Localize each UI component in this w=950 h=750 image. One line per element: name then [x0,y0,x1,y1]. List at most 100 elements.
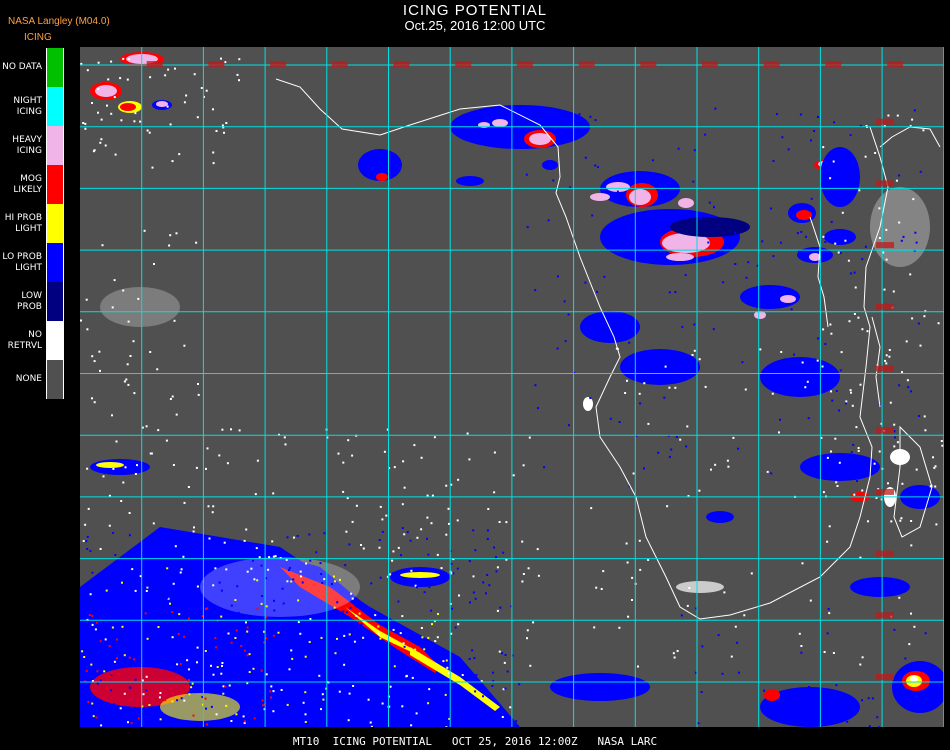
retrieval-speck [487,508,490,510]
retrieval-speck [315,551,318,554]
retrieval-speck [144,612,147,615]
retrieval-speck [594,119,597,122]
retrieval-speck [330,610,333,613]
retrieval-speck [323,532,326,535]
retrieval-speck [676,360,679,363]
retrieval-speck [200,87,203,89]
satellite-map [80,47,944,727]
retrieval-speck [125,378,128,381]
retrieval-speck [309,559,312,562]
retrieval-speck [159,640,162,643]
retrieval-speck [143,229,146,232]
retrieval-speck [420,718,423,721]
retrieval-speck [707,241,710,244]
satellite-icing-page: ICING POTENTIAL Oct.25, 2016 12:00 UTC N… [0,0,950,750]
retrieval-speck [347,719,350,722]
retrieval-speck [663,396,666,399]
retrieval-speck [398,659,401,662]
retrieval-speck [168,244,171,247]
retrieval-speck [457,478,460,481]
retrieval-speck [214,567,217,570]
retrieval-speck [829,323,832,326]
retrieval-speck [521,540,524,543]
retrieval-speck [320,636,323,639]
retrieval-speck [250,567,253,570]
retrieval-speck [333,575,335,578]
retrieval-speck [741,361,744,364]
retrieval-speck [127,320,130,323]
retrieval-speck [935,700,938,703]
retrieval-speck [912,198,915,201]
retrieval-speck [701,645,704,648]
retrieval-speck [670,448,673,451]
retrieval-speck [888,355,891,358]
retrieval-speck [772,255,775,258]
retrieval-speck [440,567,443,570]
retrieval-speck [750,572,753,575]
icing-patch [96,462,124,468]
retrieval-speck [506,670,509,673]
retrieval-speck [596,166,599,169]
retrieval-speck [522,464,525,467]
retrieval-speck [352,685,355,687]
retrieval-speck [401,705,404,708]
retrieval-speck [221,665,223,667]
retrieval-speck [813,724,815,727]
retrieval-speck [693,349,696,352]
retrieval-speck [188,693,191,696]
retrieval-speck [492,671,494,674]
retrieval-speck [668,291,671,294]
retrieval-speck [316,656,319,659]
retrieval-speck [526,637,528,640]
retrieval-speck [385,514,388,517]
retrieval-speck [253,578,256,581]
retrieval-speck [411,676,414,679]
retrieval-speck [206,607,209,610]
retrieval-speck [212,151,215,154]
retrieval-speck [86,467,89,470]
retrieval-speck [210,664,212,667]
retrieval-speck [853,271,856,274]
retrieval-speck [338,690,341,693]
latitude-label-mark [876,303,894,310]
retrieval-speck [273,609,276,612]
retrieval-speck [732,436,735,439]
retrieval-speck [174,67,176,70]
retrieval-speck [835,481,838,484]
retrieval-speck [900,239,903,242]
retrieval-speck [874,152,877,154]
retrieval-speck [139,120,142,123]
retrieval-speck [84,127,87,130]
retrieval-speck [567,313,570,316]
retrieval-speck [126,78,129,81]
retrieval-speck [643,467,646,470]
retrieval-speck [445,484,448,487]
retrieval-speck [498,521,501,523]
retrieval-speck [932,456,934,459]
retrieval-speck [469,601,471,604]
retrieval-speck [393,665,396,668]
retrieval-speck [92,150,95,153]
retrieval-speck [744,388,747,391]
latitude-label-mark [876,118,894,125]
retrieval-speck [299,669,302,672]
retrieval-speck [196,585,199,588]
retrieval-speck [212,559,215,562]
retrieval-speck [445,659,448,662]
retrieval-speck [183,635,186,638]
retrieval-speck [101,595,104,598]
icing-patch [606,182,630,192]
retrieval-speck [686,425,689,428]
retrieval-speck [855,426,858,429]
retrieval-speck [370,725,373,727]
retrieval-speck [329,651,332,654]
icing-patch [850,577,910,597]
retrieval-speck [212,584,215,587]
retrieval-speck [84,588,87,591]
retrieval-speck [268,556,271,559]
map-title: ICING POTENTIAL [402,2,548,19]
retrieval-speck [778,431,780,434]
retrieval-speck [436,553,439,556]
retrieval-speck [430,609,433,612]
icing-patch [580,311,640,343]
